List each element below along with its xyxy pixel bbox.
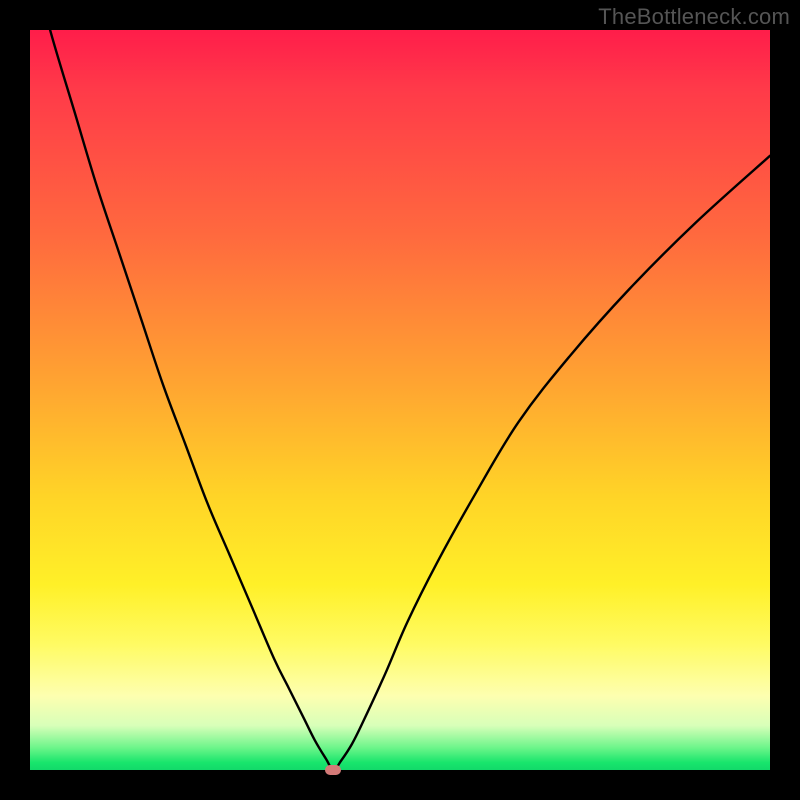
bottleneck-curve bbox=[30, 30, 770, 770]
watermark-text: TheBottleneck.com bbox=[598, 4, 790, 30]
curve-svg bbox=[30, 30, 770, 770]
optimum-marker bbox=[325, 765, 341, 775]
plot-area bbox=[30, 30, 770, 770]
chart-container: TheBottleneck.com bbox=[0, 0, 800, 800]
